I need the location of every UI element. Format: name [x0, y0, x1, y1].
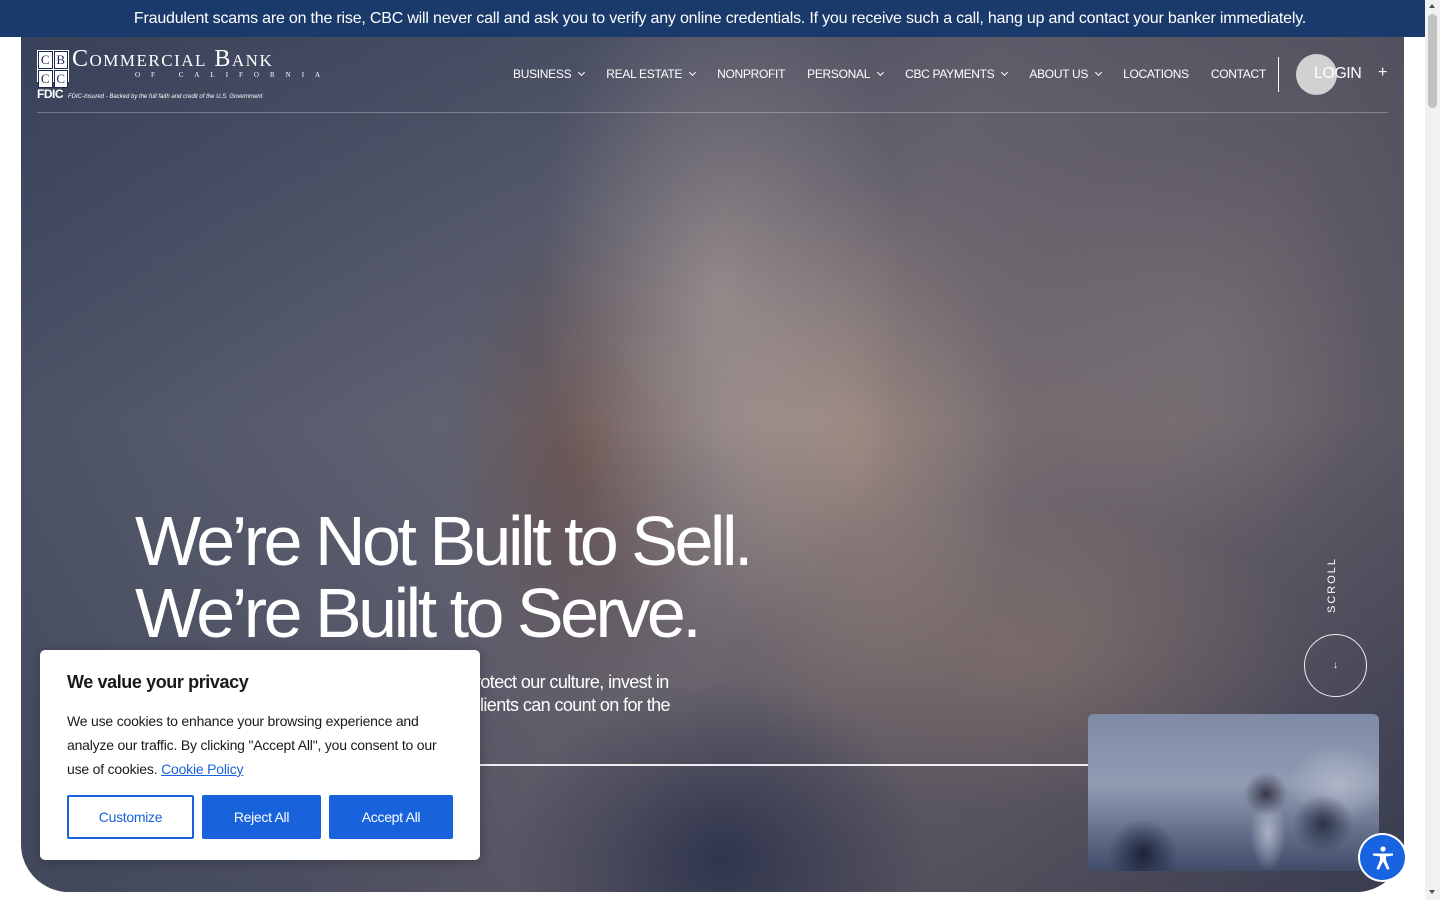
fdic-logo: FDIC [37, 87, 64, 101]
login-button[interactable]: LOGIN [1314, 65, 1362, 83]
plus-icon[interactable]: + [1378, 64, 1387, 82]
logo-subname: of California [135, 71, 332, 79]
nav-item-label: NONPROFIT [717, 67, 786, 81]
nav-item-label: LOCATIONS [1123, 67, 1189, 81]
nav-item-cbc-payments[interactable]: CBC PAYMENTS [905, 67, 1009, 81]
nav-item-label: CBC PAYMENTS [905, 67, 995, 81]
scroll-up-arrow-icon[interactable] [1429, 4, 1435, 8]
cookie-title: We value your privacy [67, 672, 249, 692]
nav-divider [1278, 57, 1279, 92]
site-header: C B C C Commercial Bank of California FD… [37, 37, 1388, 113]
nav-item-nonprofit[interactable]: NONPROFIT [717, 67, 785, 81]
scroll-down-button[interactable]: ↓ [1304, 634, 1367, 697]
nav-item-locations[interactable]: LOCATIONS [1123, 67, 1189, 81]
cookie-description-text: We use cookies to enhance your browsing … [67, 713, 437, 777]
logo-mark-letter: C [38, 51, 53, 69]
nav-item-about-us[interactable]: ABOUT US [1029, 67, 1103, 81]
cookie-policy-link[interactable]: Cookie Policy [161, 761, 243, 777]
page-scrollbar[interactable] [1425, 0, 1440, 900]
fdic-disclosure: FDIC FDIC-Insured - Backed by the full f… [37, 87, 262, 101]
video-thumbnail[interactable] [1088, 714, 1379, 871]
accessibility-person-icon [1372, 845, 1393, 870]
chevron-down-icon [578, 68, 586, 77]
hero-headline-line-2: We’re Built to Serve. [135, 574, 702, 652]
nav-item-business[interactable]: BUSINESS [513, 67, 586, 81]
nav-item-label: BUSINESS [513, 67, 572, 81]
accessibility-button[interactable] [1360, 835, 1405, 880]
nav-item-label: PERSONAL [807, 67, 871, 81]
chevron-down-icon [877, 68, 885, 77]
nav-item-label: CONTACT [1210, 67, 1266, 81]
nav-item-personal[interactable]: PERSONAL [807, 67, 885, 81]
nav-item-label: ABOUT US [1029, 67, 1089, 81]
logo-name: Commercial Bank [72, 46, 274, 72]
scroll-label: SCROLL [1326, 556, 1338, 613]
bank-logo[interactable]: C B C C Commercial Bank of California FD… [37, 46, 320, 104]
hero-headline: We’re Not Built to Sell. We’re Built to … [135, 502, 753, 652]
scroll-down-arrow-icon[interactable] [1429, 890, 1435, 894]
fraud-alert-text: Fraudulent scams are on the rise, CBC wi… [133, 9, 1307, 27]
main-nav: BUSINESS REAL ESTATE NONPROFIT PERSONAL … [513, 67, 1288, 81]
logo-mark-icon: C B C C [37, 50, 69, 88]
logo-mark-letter: C [38, 70, 53, 88]
nav-item-real-estate[interactable]: REAL ESTATE [606, 67, 697, 81]
nav-item-label: REAL ESTATE [606, 67, 683, 81]
cookie-button-row: Customize Reject All Accept All [67, 795, 453, 839]
chevron-down-icon [689, 68, 697, 77]
accept-all-button[interactable]: Accept All [329, 795, 453, 839]
logo-mark-letter: C [53, 70, 68, 88]
chevron-down-icon [1001, 68, 1009, 77]
nav-item-contact[interactable]: CONTACT [1211, 67, 1266, 81]
fraud-alert-banner: Fraudulent scams are on the rise, CBC wi… [0, 0, 1440, 37]
logo-mark-letter: B [53, 51, 68, 69]
chevron-down-icon [1095, 68, 1103, 77]
arrow-down-icon: ↓ [1333, 660, 1338, 671]
cookie-description: We use cookies to enhance your browsing … [67, 709, 453, 781]
fdic-text: FDIC-Insured - Backed by the full faith … [68, 94, 263, 100]
scrollbar-thumb[interactable] [1428, 14, 1437, 108]
hero-headline-line-1: We’re Not Built to Sell. [135, 502, 753, 580]
video-thumbnail-overlay [1088, 714, 1379, 871]
reject-all-button[interactable]: Reject All [202, 795, 321, 839]
customize-button[interactable]: Customize [67, 795, 194, 839]
cookie-consent-dialog: We value your privacy We use cookies to … [40, 650, 480, 860]
